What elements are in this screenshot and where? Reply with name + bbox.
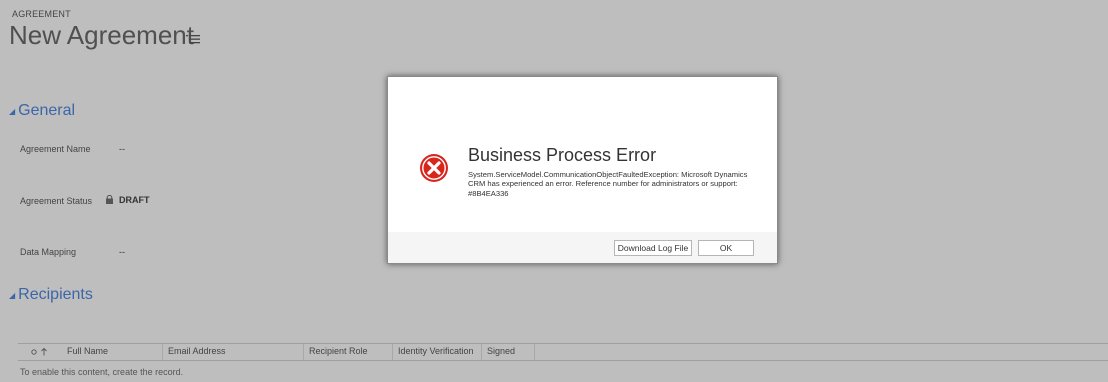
record-title: New Agreement bbox=[9, 20, 194, 50]
entity-label: AGREEMENT bbox=[12, 9, 71, 19]
column-email-address[interactable]: Email Address bbox=[162, 344, 303, 360]
column-full-name[interactable]: Full Name bbox=[62, 344, 162, 360]
agreement-status-value: DRAFT bbox=[119, 195, 150, 205]
triangle-down-icon: ◢ bbox=[9, 106, 16, 116]
business-process-error-dialog: Business Process Error System.ServiceMod… bbox=[387, 76, 778, 264]
dialog-title: Business Process Error bbox=[468, 145, 657, 165]
data-mapping-value[interactable]: -- bbox=[119, 247, 125, 257]
section-general-label: General bbox=[18, 102, 76, 119]
error-x-icon bbox=[420, 154, 448, 182]
agreement-status-label: Agreement Status bbox=[20, 196, 93, 206]
ok-button[interactable]: OK bbox=[698, 240, 754, 256]
grid-empty-message: To enable this content, create the recor… bbox=[20, 367, 184, 377]
select-all-column[interactable] bbox=[24, 344, 60, 360]
lock-icon bbox=[106, 195, 113, 204]
column-recipient-role[interactable]: Recipient Role bbox=[303, 344, 392, 360]
agreement-name-label: Agreement Name bbox=[20, 144, 91, 154]
column-signed[interactable]: Signed bbox=[481, 344, 535, 360]
dialog-message: System.ServiceModel.CommunicationObjectF… bbox=[468, 170, 748, 198]
download-log-file-button[interactable]: Download Log File bbox=[614, 240, 692, 256]
circle-select-icon bbox=[31, 348, 37, 355]
column-identity-verification[interactable]: Identity Verification bbox=[392, 344, 481, 360]
section-general[interactable]: ◢ General bbox=[9, 102, 75, 120]
dialog-footer: Download Log File OK bbox=[388, 232, 777, 263]
triangle-down-icon: ◢ bbox=[9, 290, 16, 300]
recipients-grid-header: Full Name Email Address Recipient Role I… bbox=[18, 343, 1108, 361]
hamburger-menu-icon[interactable] bbox=[186, 33, 202, 45]
data-mapping-label: Data Mapping bbox=[20, 247, 77, 257]
section-recipients[interactable]: ◢ Recipients bbox=[9, 286, 93, 304]
section-recipients-label: Recipients bbox=[18, 286, 93, 303]
sort-up-arrow-icon bbox=[41, 347, 47, 356]
agreement-name-value[interactable]: -- bbox=[119, 144, 125, 154]
